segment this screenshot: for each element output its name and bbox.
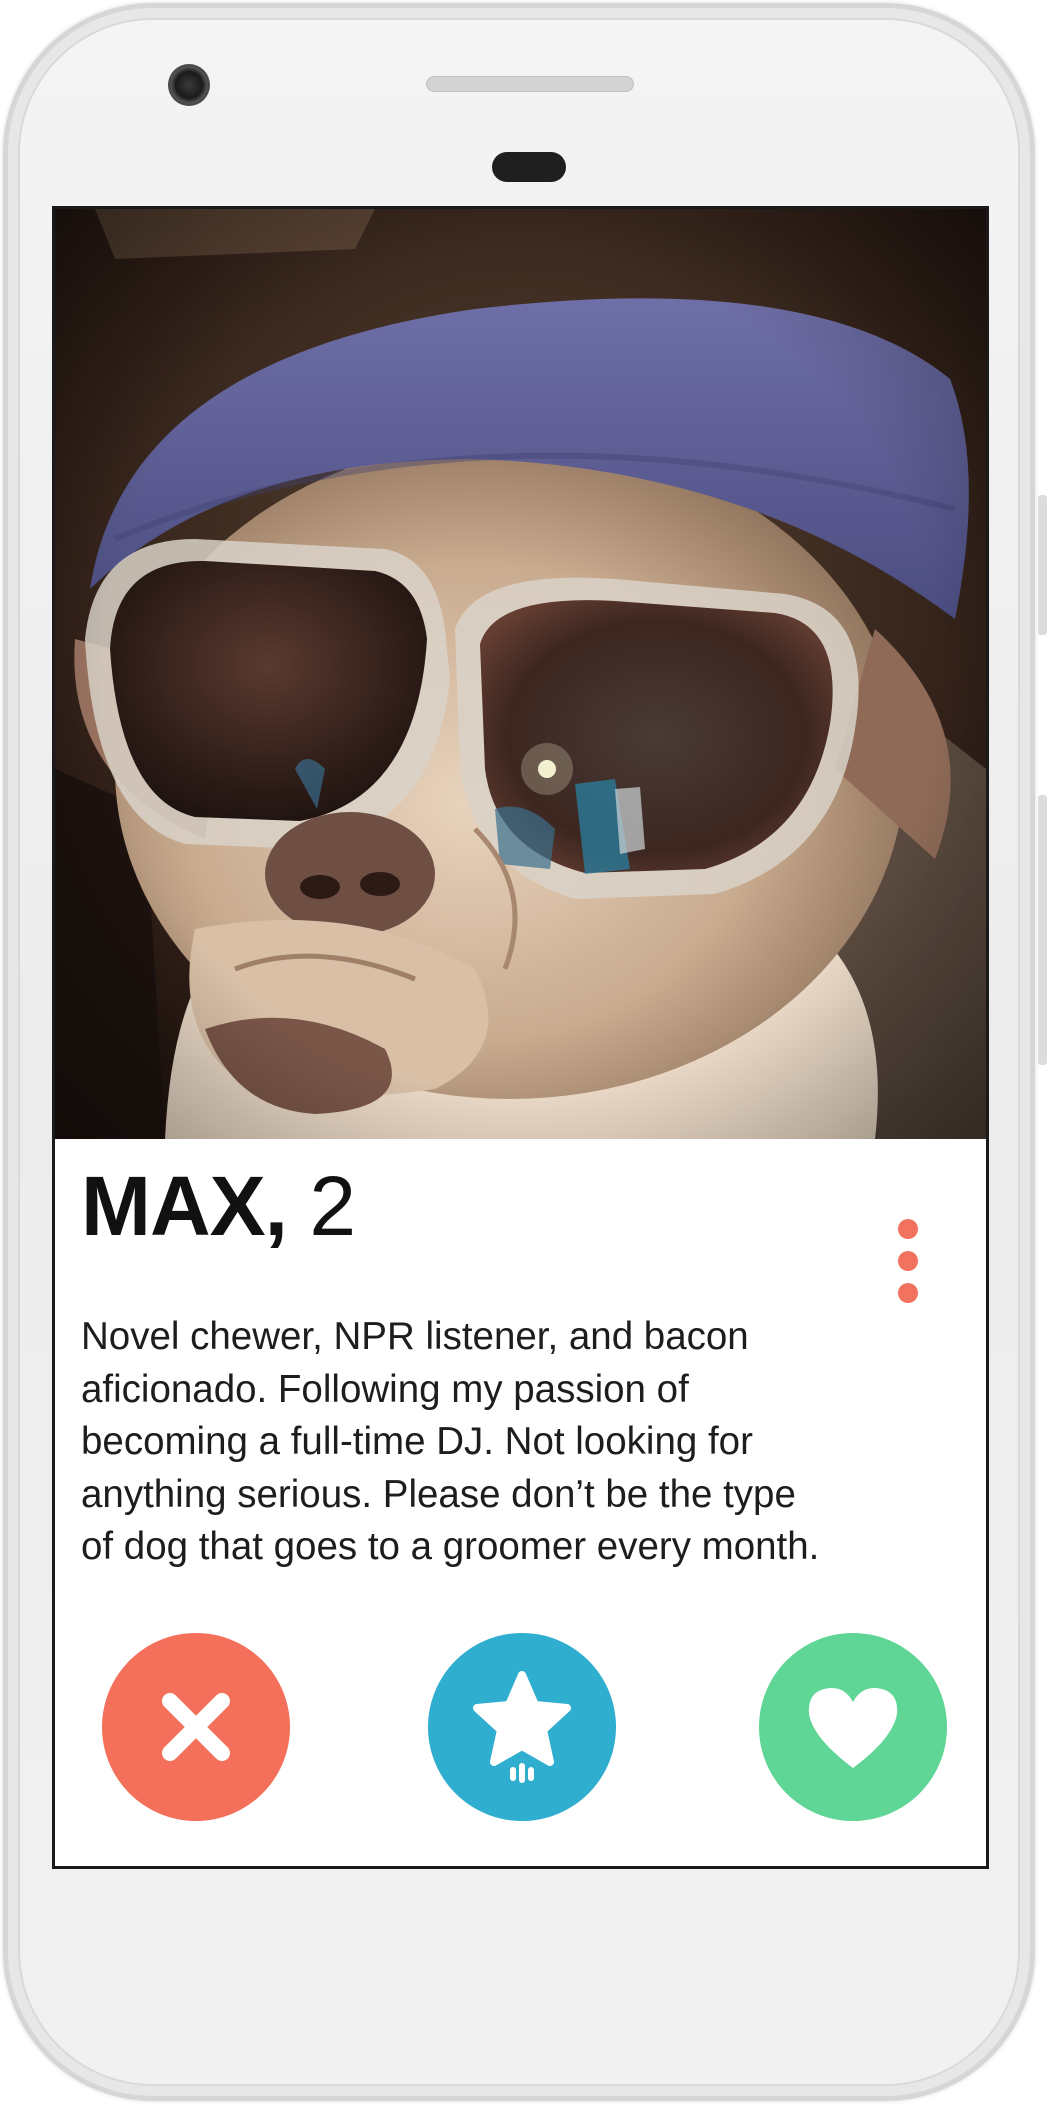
volume-button [1038, 495, 1047, 635]
star-icon [473, 1671, 571, 1783]
close-icon [162, 1693, 230, 1761]
profile-name: MAX, [81, 1159, 288, 1253]
nope-button[interactable] [102, 1633, 290, 1821]
more-vertical-icon-dot [898, 1283, 918, 1303]
profile-photo[interactable] [55, 209, 986, 1139]
like-button[interactable] [759, 1633, 947, 1821]
earpiece-speaker [426, 76, 634, 92]
power-button [1038, 795, 1047, 1065]
profile-bio: Novel chewer, NPR listener, and bacon af… [81, 1315, 820, 1568]
proximity-sensor [492, 152, 566, 182]
more-vertical-icon [898, 1219, 918, 1239]
profile-name-age: MAX, 2 [81, 1164, 356, 1248]
more-vertical-icon-dot [898, 1251, 918, 1271]
more-options-button[interactable] [888, 1219, 928, 1309]
super-like-button[interactable] [428, 1633, 616, 1821]
profile-age: 2 [309, 1159, 356, 1253]
heart-icon [808, 1687, 898, 1768]
screen: MAX, 2 Novel chewer, NPR listener, and b… [52, 206, 989, 1869]
front-camera [168, 64, 210, 106]
